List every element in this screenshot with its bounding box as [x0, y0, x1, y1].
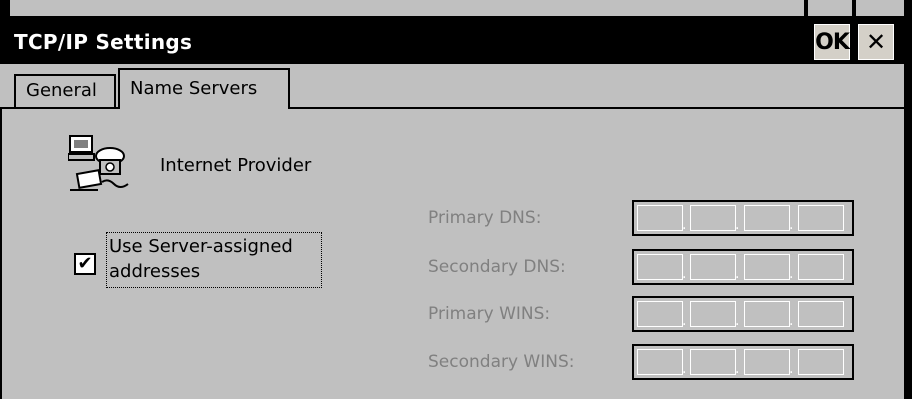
window-edge — [904, 0, 912, 399]
ip-octet — [637, 254, 683, 280]
frame-edge — [0, 0, 10, 16]
ip-octet — [798, 205, 844, 231]
provider-label: Internet Provider — [160, 155, 312, 176]
ip-dot: . — [789, 361, 794, 377]
ip-octet — [690, 205, 736, 231]
ip-dot: . — [735, 217, 740, 233]
ip-octet — [744, 349, 790, 375]
ip-octet — [798, 301, 844, 327]
ip-dot: . — [735, 361, 740, 377]
checkmark-icon: ✔ — [77, 253, 93, 274]
panel-border — [0, 109, 2, 399]
primary-dns-label: Primary DNS: — [428, 208, 542, 228]
primary-wins-field: . . . — [632, 296, 854, 332]
close-icon: ✕ — [865, 28, 887, 56]
tab-name-servers[interactable]: Name Servers — [118, 68, 290, 110]
ip-octet — [690, 254, 736, 280]
server-assigned-label[interactable]: Use Server-assigned addresses — [106, 232, 322, 288]
ip-dot: . — [789, 217, 794, 233]
tab-strip: General Name Servers — [0, 64, 904, 110]
ip-dot: . — [789, 266, 794, 282]
primary-dns-field: . . . — [632, 200, 854, 236]
background-strip — [0, 0, 912, 16]
ip-octet — [744, 254, 790, 280]
ip-dot: . — [789, 313, 794, 329]
ip-octet — [798, 254, 844, 280]
ip-dot: . — [682, 266, 687, 282]
ip-octet — [690, 301, 736, 327]
ip-octet — [637, 349, 683, 375]
ip-dot: . — [735, 313, 740, 329]
server-assigned-checkbox[interactable]: ✔ — [74, 253, 96, 275]
ip-octet — [690, 349, 736, 375]
tab-general[interactable]: General — [14, 74, 116, 108]
title-bar: TCP/IP Settings OK ✕ — [0, 16, 904, 64]
ok-button[interactable]: OK — [814, 24, 850, 60]
close-button[interactable]: ✕ — [858, 24, 894, 60]
network-computers-icon — [68, 135, 129, 191]
ip-octet — [798, 349, 844, 375]
ip-octet — [637, 205, 683, 231]
frame-edge — [804, 0, 808, 16]
ip-octet — [744, 301, 790, 327]
ip-dot: . — [682, 217, 687, 233]
ip-dot: . — [682, 313, 687, 329]
secondary-wins-field: . . . — [632, 344, 854, 380]
ip-dot: . — [735, 266, 740, 282]
ip-octet — [744, 205, 790, 231]
window-title: TCP/IP Settings — [14, 30, 193, 54]
ip-dot: . — [682, 361, 687, 377]
secondary-dns-label: Secondary DNS: — [428, 257, 566, 277]
secondary-wins-label: Secondary WINS: — [428, 352, 575, 372]
primary-wins-label: Primary WINS: — [428, 304, 551, 324]
secondary-dns-field: . . . — [632, 249, 854, 285]
ip-octet — [637, 301, 683, 327]
tcpip-settings-window: TCP/IP Settings OK ✕ General Name Server… — [0, 0, 912, 399]
frame-edge — [852, 0, 856, 16]
